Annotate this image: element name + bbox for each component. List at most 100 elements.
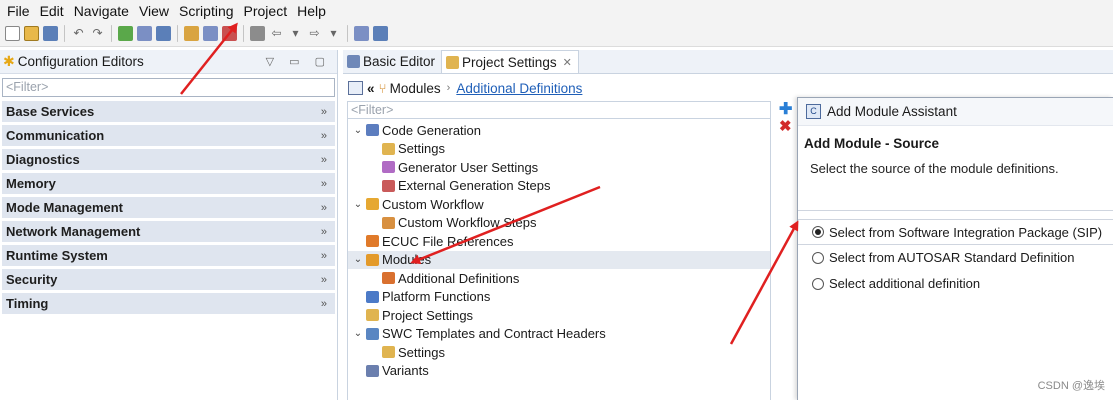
tree-node[interactable]: Custom Workflow Steps <box>348 214 770 233</box>
generate-icon[interactable] <box>137 26 152 41</box>
expand-chevron-icon[interactable]: » <box>321 178 327 190</box>
expand-chevron-icon[interactable]: » <box>321 274 327 286</box>
radio-button[interactable] <box>812 277 824 290</box>
source-options: Select from Software Integration Package… <box>798 211 1113 297</box>
option-additional-definition[interactable]: Select additional definition <box>798 271 1113 297</box>
option-autosar-standard[interactable]: Select from AUTOSAR Standard Definition <box>798 245 1113 271</box>
expand-chevron-icon[interactable]: » <box>321 202 327 214</box>
expand-chevron-icon[interactable]: » <box>321 226 327 238</box>
menu-help[interactable]: Help <box>292 3 331 19</box>
tree-filter-input[interactable]: <Filter> <box>348 102 770 119</box>
new-file-icon[interactable] <box>5 26 20 41</box>
tab-basic-editor[interactable]: Basic Editor <box>343 50 441 73</box>
option-label: Select from Software Integration Package… <box>829 224 1103 240</box>
expand-chevron-icon[interactable]: » <box>321 250 327 262</box>
menu-scripting[interactable]: Scripting <box>174 3 238 19</box>
category-security[interactable]: Security » <box>2 269 335 290</box>
category-communication[interactable]: Communication » <box>2 125 335 146</box>
tree-node[interactable]: ECUC File References <box>348 232 770 251</box>
project-settings-icon <box>366 309 379 322</box>
watermark: CSDN @逸埃 <box>1037 380 1105 392</box>
ecuc-icon <box>366 235 379 248</box>
dropdown-chevron-icon[interactable]: ▾ <box>326 26 341 41</box>
dropdown-chevron-icon[interactable]: ▾ <box>288 26 303 41</box>
save-icon[interactable] <box>43 26 58 41</box>
add-module-icon[interactable] <box>222 26 237 41</box>
project-settings-icon[interactable] <box>184 26 199 41</box>
toolbar-separator <box>177 25 178 42</box>
tree-node-label: SWC Templates and Contract Headers <box>382 326 606 342</box>
category-diagnostics[interactable]: Diagnostics » <box>2 149 335 170</box>
toolbar-separator <box>347 25 348 42</box>
script-icon[interactable] <box>373 26 388 41</box>
filter-input[interactable]: <Filter> <box>2 78 335 97</box>
tree-node-label: External Generation Steps <box>398 178 551 194</box>
remove-icon[interactable]: ✖ <box>779 118 793 136</box>
tree-node[interactable]: Project Settings <box>348 306 770 325</box>
tree-node[interactable]: External Generation Steps <box>348 177 770 196</box>
tree-node[interactable]: ⌄ Custom Workflow <box>348 195 770 214</box>
expand-chevron-icon[interactable]: ⌄ <box>352 328 364 339</box>
category-label: Runtime System <box>6 248 108 263</box>
tool-icon[interactable] <box>250 26 265 41</box>
expand-chevron-icon[interactable]: » <box>321 298 327 310</box>
undo-icon[interactable]: ↶ <box>71 26 86 41</box>
breadcrumb: « ⑂ Modules › Additional Definitions <box>348 78 582 98</box>
settings-icon <box>382 346 395 359</box>
forward-arrow-icon[interactable]: ⇨ <box>307 26 322 41</box>
dialog-title: Add Module Assistant <box>827 104 957 119</box>
tab-project-settings[interactable]: Project Settings ✕ <box>441 50 579 73</box>
module-icon[interactable] <box>203 26 218 41</box>
validate-icon[interactable] <box>118 26 133 41</box>
tree-node[interactable]: Settings <box>348 140 770 159</box>
tree-node[interactable]: ⌄ Code Generation <box>348 121 770 140</box>
tree-node[interactable]: Generator User Settings <box>348 158 770 177</box>
signal-icon[interactable] <box>354 26 369 41</box>
category-label: Communication <box>6 128 105 143</box>
breadcrumb-additional-definitions-link[interactable]: Additional Definitions <box>456 81 582 96</box>
close-icon[interactable]: ✕ <box>563 56 572 69</box>
category-timing[interactable]: Timing » <box>2 293 335 314</box>
tree-node-label: Project Settings <box>382 307 474 323</box>
expand-chevron-icon[interactable]: » <box>321 106 327 118</box>
assistant-icon: C <box>806 104 821 119</box>
open-folder-icon[interactable] <box>24 26 39 41</box>
menu-edit[interactable]: Edit <box>35 3 69 19</box>
category-mode-management[interactable]: Mode Management » <box>2 197 335 218</box>
category-memory[interactable]: Memory » <box>2 173 335 194</box>
category-base-services[interactable]: Base Services » <box>2 101 335 122</box>
redo-icon[interactable]: ↷ <box>90 26 105 41</box>
breadcrumb-modules[interactable]: Modules <box>390 81 441 96</box>
tree-node[interactable]: Platform Functions <box>348 288 770 307</box>
menu-project[interactable]: Project <box>239 3 293 19</box>
category-network-management[interactable]: Network Management » <box>2 221 335 242</box>
add-icon[interactable]: ✚ <box>779 102 793 118</box>
expand-chevron-icon[interactable]: » <box>321 130 327 142</box>
panel-title: Configuration Editors <box>17 54 144 69</box>
menu-view[interactable]: View <box>134 3 174 19</box>
configuration-editors-panel: ✱ Configuration Editors ▽ ▭ ▢ <Filter> B… <box>0 50 338 400</box>
radio-button[interactable] <box>812 226 824 238</box>
view-menu-icon[interactable]: ▽ ▭ ▢ <box>266 55 331 68</box>
tree-node[interactable]: ⌄ Modules <box>348 250 770 269</box>
star-icon: ✱ <box>3 53 15 69</box>
expand-chevron-icon[interactable]: ⌄ <box>352 254 364 265</box>
tree-node-label: Settings <box>398 141 445 157</box>
outline-icon[interactable] <box>348 81 363 95</box>
back-chevron-icon[interactable]: « <box>367 81 375 96</box>
menu-navigate[interactable]: Navigate <box>69 3 134 19</box>
category-runtime-system[interactable]: Runtime System » <box>2 245 335 266</box>
database-icon[interactable] <box>156 26 171 41</box>
tree-node[interactable]: Additional Definitions <box>348 269 770 288</box>
expand-chevron-icon[interactable]: » <box>321 154 327 166</box>
tree-node[interactable]: Settings <box>348 343 770 362</box>
radio-button[interactable] <box>812 251 824 264</box>
workflow-steps-icon <box>382 216 395 229</box>
tree-node[interactable]: ⌄ SWC Templates and Contract Headers <box>348 325 770 344</box>
option-sip[interactable]: Select from Software Integration Package… <box>798 219 1113 245</box>
back-arrow-icon[interactable]: ⇦ <box>269 26 284 41</box>
tree-node[interactable]: Variants <box>348 362 770 381</box>
expand-chevron-icon[interactable]: ⌄ <box>352 199 364 210</box>
menu-file[interactable]: File <box>2 3 35 19</box>
expand-chevron-icon[interactable]: ⌄ <box>352 125 364 136</box>
